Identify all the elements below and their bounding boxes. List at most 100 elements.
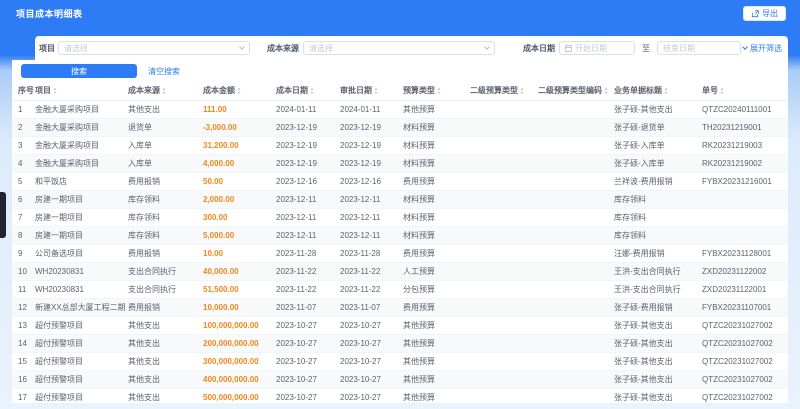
cell-cost_amount: 4,000.00: [203, 158, 235, 168]
table-row[interactable]: 12 新建XX总部大厦工程二期 费用报销 10,000.00 2023-11-07 202…: [12, 298, 788, 316]
cell-cost_source: 费用报销: [128, 176, 160, 186]
cell-sub_budget_type: [467, 208, 535, 226]
sort-icon[interactable]: ▲ ▼: [604, 86, 609, 95]
start-date-placeholder: 开始日期: [575, 43, 607, 53]
table-row[interactable]: 1 金融大厦采购项目 其他支出 111.00 2024-01-11 2024-01-11 其…: [12, 100, 788, 118]
start-date-input[interactable]: 开始日期: [559, 41, 635, 55]
cell-sub_budget_code: [535, 280, 611, 298]
sort-icon[interactable]: ▲ ▼: [437, 86, 442, 95]
cell-project: 公司备选项目: [35, 248, 83, 258]
cell-cost_source: 其他支出: [128, 392, 160, 402]
cell-approve_date: 2023-10-27: [340, 374, 381, 384]
cell-project: 和平饭店: [35, 176, 67, 186]
table-row[interactable]: 4 金融大厦采购项目 入库单 4,000.00 2023-12-19 2023-12-19…: [12, 154, 788, 172]
table-row[interactable]: 3 金融大厦采购项目 入库单 31,200.00 2023-12-19 2023-12-1…: [12, 136, 788, 154]
table-row[interactable]: 16 超付预警项目 其他支出 400,000,000.00 2023-10-27 2023…: [12, 370, 788, 388]
end-date-input[interactable]: 结束日期: [657, 41, 741, 55]
cell-idx: 14: [18, 338, 27, 348]
table-row[interactable]: 2 金融大厦采购项目 退货单 -3,000.00 2023-12-19 2023-12-1…: [12, 118, 788, 136]
table-row[interactable]: 14 超付预警项目 其他支出 200,000,000.00 2023-10-27 2023…: [12, 334, 788, 352]
column-header-doc_no[interactable]: 单号 ▲ ▼: [699, 82, 788, 100]
cell-budget_type: 费用预算: [403, 248, 435, 258]
expand-filter-link[interactable]: 展开筛选: [742, 36, 782, 60]
cell-sub_budget_type: [467, 262, 535, 280]
cell-cost_source: 入库单: [128, 140, 152, 150]
column-header-cost_source[interactable]: 成本来源 ▲ ▼: [125, 82, 200, 100]
column-header-cost_amount[interactable]: 成本金额 ▲ ▼: [200, 82, 273, 100]
project-select[interactable]: 请选择: [58, 41, 250, 55]
sort-icon[interactable]: ▲ ▼: [520, 86, 525, 95]
column-header-cost_date[interactable]: 成本日期 ▲ ▼: [273, 82, 337, 100]
column-header-doc_title[interactable]: 业务单据标题 ▲ ▼: [611, 82, 699, 100]
cell-idx: 7: [18, 212, 23, 222]
project-label: 项目: [39, 43, 55, 53]
export-button[interactable]: 导出: [743, 6, 786, 21]
column-header-sub_budget_code[interactable]: 二级预算类型编码 ▲ ▼: [535, 82, 611, 100]
column-header-approve_date[interactable]: 审批日期 ▲ ▼: [337, 82, 400, 100]
table-row[interactable]: 13 超付预警项目 其他支出 100,000,000.00 2023-10-27 2023…: [12, 316, 788, 334]
cell-cost_date: 2023-11-07: [276, 302, 317, 312]
cell-project: WH20230831: [35, 284, 84, 294]
cell-idx: 17: [18, 392, 27, 402]
clear-search-button[interactable]: 清空搜索: [148, 66, 180, 77]
sort-icon[interactable]: ▲ ▼: [162, 86, 167, 95]
sort-icon[interactable]: ▲ ▼: [374, 86, 379, 95]
cell-cost_date: 2023-10-27: [276, 392, 317, 402]
cell-idx: 1: [18, 104, 23, 114]
cell-approve_date: 2023-12-19: [340, 140, 381, 150]
sort-icon[interactable]: ▲ ▼: [664, 86, 669, 95]
sort-icon[interactable]: ▲ ▼: [237, 86, 242, 95]
cell-approve_date: 2024-01-11: [340, 104, 381, 114]
table-row[interactable]: 6 房建一期项目 库存领料 2,000.00 2023-12-11 2023-12-11 材…: [12, 190, 788, 208]
column-label: 二级预算类型编码: [538, 86, 602, 96]
cost-source-select[interactable]: 请选择: [303, 41, 495, 55]
table-row[interactable]: 5 和平饭店 费用报销 50.00 2023-12-16 2023-12-16 费用预算 兰祥…: [12, 172, 788, 190]
cell-doc_no: FYBX20231216001: [702, 176, 772, 186]
sort-icon[interactable]: ▲ ▼: [310, 86, 315, 95]
side-drawer-handle[interactable]: [0, 192, 6, 238]
table-row[interactable]: 10 WH20230831 支出合同执行 40,000.00 2023-11-22 202…: [12, 262, 788, 280]
sort-icon[interactable]: ▲ ▼: [720, 86, 725, 95]
cell-sub_budget_code: [535, 370, 611, 388]
table-row[interactable]: 17 超付预警项目 其他支出 500,000,000.00 2023-10-27 2023…: [12, 388, 788, 403]
cell-budget_type: 材料预算: [403, 194, 435, 204]
cell-cost_source: 费用报销: [128, 302, 160, 312]
column-header-sub_budget_type[interactable]: 二级预算类型 ▲ ▼: [467, 82, 535, 100]
column-header-budget_type[interactable]: 预算类型 ▲ ▼: [400, 82, 467, 100]
table-row[interactable]: 8 房建一期项目 库存领料 5,000.00 2023-12-11 2023-12-11 材…: [12, 226, 788, 244]
table-row[interactable]: 9 公司备选项目 费用报销 10.00 2023-11-28 2023-11-28 费用预算…: [12, 244, 788, 262]
cell-cost_amount: 5,000.00: [203, 230, 235, 240]
table-header-row: 序号 项目 ▲ ▼ 成本来源 ▲ ▼ 成本金额 ▲ ▼ 成本日期 ▲ ▼ 审批日期 ▲ ▼ 预算类型 ▲ ▼ 二级预算…: [12, 82, 788, 100]
cell-project: WH20230831: [35, 266, 84, 276]
cell-sub_budget_code: [535, 298, 611, 316]
table-row[interactable]: 15 超付预警项目 其他支出 300,000,000.00 2023-10-27 2023…: [12, 352, 788, 370]
page-title: 项目成本明细表: [16, 9, 83, 19]
column-label: 二级预算类型: [470, 86, 518, 96]
cell-cost_date: 2023-11-22: [276, 266, 317, 276]
cell-sub_budget_type: [467, 298, 535, 316]
sort-icon[interactable]: ▲ ▼: [53, 86, 58, 95]
table-row[interactable]: 7 房建一期项目 库存领料 300.00 2023-12-11 2023-12-11 材料预…: [12, 208, 788, 226]
column-header-project[interactable]: 项目 ▲ ▼: [32, 82, 125, 100]
cell-project: 房建一期项目: [35, 230, 83, 240]
table-row[interactable]: 11 WH20230831 支出合同执行 51,500.00 2023-11-22 202…: [12, 280, 788, 298]
search-button[interactable]: 搜索: [21, 64, 137, 78]
cell-doc_no: FYBX20231107001: [702, 302, 772, 312]
cell-idx: 3: [18, 140, 23, 150]
cell-cost_source: 退货单: [128, 122, 152, 132]
cell-cost_source: 入库单: [128, 158, 152, 168]
cell-doc_no: [699, 190, 788, 208]
cell-approve_date: 2023-10-27: [340, 320, 381, 330]
cell-idx: 9: [18, 248, 23, 258]
cell-budget_type: 费用预算: [403, 176, 435, 186]
cell-idx: 10: [18, 266, 27, 276]
cell-project: 房建一期项目: [35, 194, 83, 204]
cell-cost_date: 2023-12-11: [276, 194, 317, 204]
cell-budget_type: 其他预算: [403, 320, 435, 330]
cell-approve_date: 2023-12-16: [340, 176, 381, 186]
column-label: 成本金额: [203, 86, 235, 96]
cell-doc_no: [699, 226, 788, 244]
cell-idx: 13: [18, 320, 27, 330]
cell-doc_no: QTZC20231027002: [702, 392, 773, 402]
cell-sub_budget_type: [467, 154, 535, 172]
